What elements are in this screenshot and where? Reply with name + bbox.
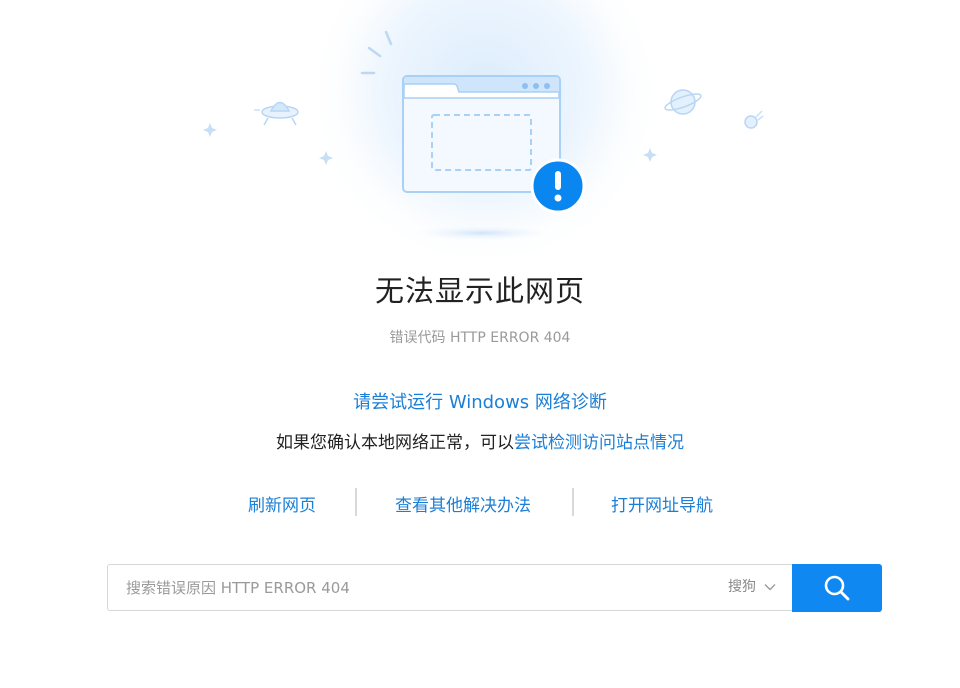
ufo-icon bbox=[254, 101, 299, 126]
site-check-link[interactable]: 尝试检测访问站点情况 bbox=[514, 433, 684, 453]
exclamation-icon bbox=[530, 158, 586, 214]
search-input[interactable] bbox=[126, 565, 686, 610]
network-diagnostics-link[interactable]: 请尝试运行 Windows 网络诊断 bbox=[0, 388, 960, 414]
site-check-line: 如果您确认本地网络正常，可以尝试检测访问站点情况 bbox=[0, 428, 960, 453]
action-links: 刷新网页 查看其他解决办法 打开网址导航 bbox=[0, 488, 960, 518]
divider bbox=[572, 488, 574, 516]
comet-icon bbox=[744, 110, 764, 129]
search-bar: 搜狗 bbox=[107, 564, 792, 611]
search-engine-select[interactable]: 搜狗 bbox=[728, 565, 776, 610]
url-navigation-link[interactable]: 打开网址导航 bbox=[611, 491, 713, 516]
error-illustration bbox=[203, 0, 764, 260]
floor-shadow bbox=[404, 225, 560, 241]
search-icon bbox=[824, 575, 850, 601]
chevron-down-icon bbox=[764, 584, 776, 591]
other-solutions-link[interactable]: 查看其他解决办法 bbox=[395, 491, 531, 516]
refresh-page-link[interactable]: 刷新网页 bbox=[248, 491, 316, 516]
star-icon bbox=[203, 123, 217, 137]
search-button[interactable] bbox=[792, 564, 882, 612]
error-page: 无法显示此网页 错误代码 HTTP ERROR 404 请尝试运行 Window… bbox=[0, 0, 960, 688]
search-engine-label: 搜狗 bbox=[728, 579, 756, 595]
site-check-prefix: 如果您确认本地网络正常，可以 bbox=[276, 433, 514, 453]
error-code: 错误代码 HTTP ERROR 404 bbox=[389, 330, 571, 346]
planet-icon bbox=[664, 89, 702, 115]
page-title: 无法显示此网页 bbox=[374, 274, 585, 308]
divider bbox=[355, 488, 357, 516]
